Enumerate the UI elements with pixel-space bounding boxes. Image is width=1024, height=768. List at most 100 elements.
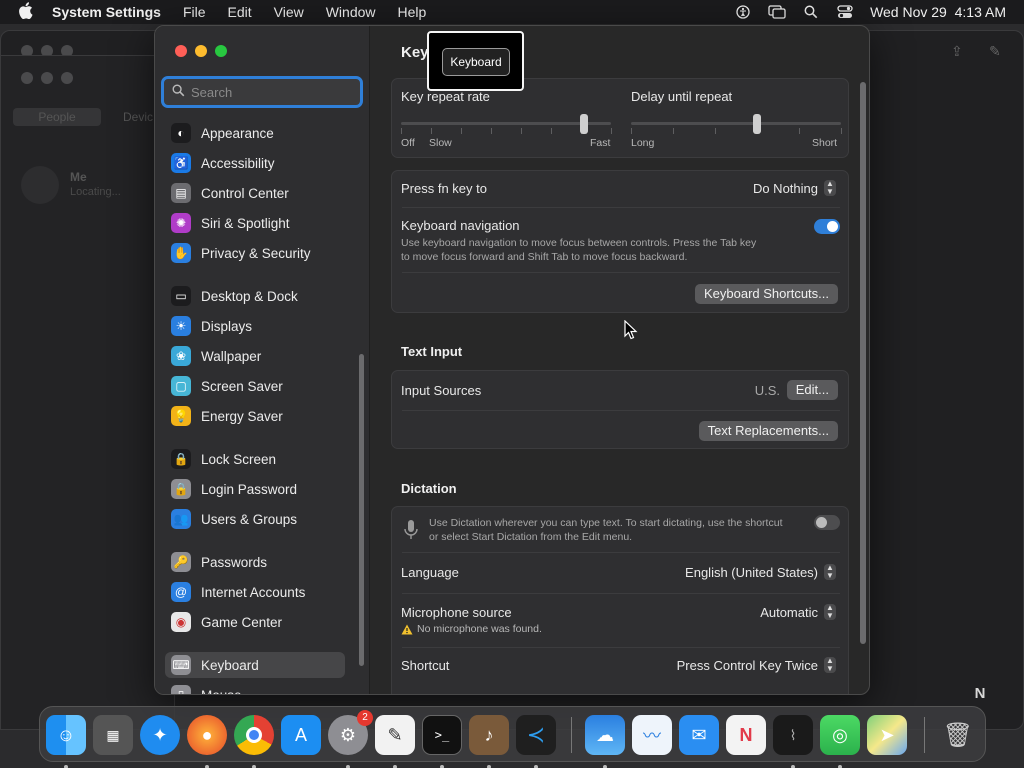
sidebar-item-accessibility[interactable]: ♿ Accessibility (165, 150, 345, 176)
system-settings-icon[interactable]: ⚙ 2 (328, 710, 373, 755)
menu-help[interactable]: Help (398, 4, 427, 20)
hand-icon: ✋ (171, 243, 191, 263)
appearance-icon: ◐ (171, 123, 191, 143)
accessibility-status-icon[interactable] (734, 5, 752, 19)
sidebar-item-displays[interactable]: ☀ Displays (165, 313, 345, 339)
spotlight-search-icon[interactable] (802, 5, 820, 19)
screen-saver-icon: ▢ (171, 376, 191, 396)
sidebar-item-label: Displays (201, 318, 253, 334)
sidebar-item-label: Users & Groups (201, 511, 298, 527)
apple-menu-icon[interactable] (18, 2, 38, 22)
sidebar-item-users-groups[interactable]: 👥 Users & Groups (165, 506, 345, 532)
sidebar-item-game-center[interactable]: ◉ Game Center (165, 609, 345, 635)
sidebar-item-control-center[interactable]: ▤ Control Center (165, 180, 345, 206)
fn-key-popup[interactable]: Do Nothing ▲ ▼ (753, 180, 836, 196)
safari-icon[interactable]: ✦ (140, 715, 180, 755)
sidebar-item-wallpaper[interactable]: ❀ Wallpaper (165, 343, 345, 369)
sidebar-item-privacy-security[interactable]: ✋ Privacy & Security (165, 240, 345, 266)
chrome-icon[interactable] (234, 715, 274, 755)
menu-view[interactable]: View (274, 4, 304, 20)
sidebar-item-siri-spotlight[interactable]: ✺ Siri & Spotlight (165, 210, 345, 236)
tab-devices[interactable]: Devic (123, 108, 153, 126)
key-repeat-slider[interactable] (401, 113, 612, 137)
minimize-button[interactable] (195, 45, 207, 57)
sidebar-item-login-password[interactable]: 🔒 Login Password (165, 476, 345, 502)
menu-file[interactable]: File (183, 4, 206, 20)
search-icon (172, 84, 185, 100)
find-my-icon[interactable]: ◎ (820, 715, 860, 755)
keyboard-shortcuts-button[interactable]: Keyboard Shortcuts... (694, 284, 838, 304)
stocks-icon[interactable]: ⌇ (773, 715, 813, 755)
firefox-icon[interactable]: ● (187, 715, 227, 755)
keyboard-icon: ⌨ (171, 655, 191, 675)
sidebar-item-appearance[interactable]: ◐ Appearance (165, 120, 345, 146)
key-repeat-knob[interactable] (579, 114, 588, 134)
close-button[interactable] (175, 45, 187, 57)
delay-repeat-knob[interactable] (753, 114, 761, 134)
sidebar-item-internet-accounts[interactable]: @ Internet Accounts (165, 579, 345, 605)
slider-min-long: Long (631, 137, 655, 149)
sidebar-item-passwords[interactable]: 🔑 Passwords (165, 549, 345, 575)
menu-app-name[interactable]: System Settings (52, 4, 161, 20)
trash-icon[interactable]: 🗑 (938, 715, 978, 755)
fn-key-value: Do Nothing (752, 180, 818, 196)
delay-repeat-slider[interactable] (631, 113, 842, 137)
language-label: Language (401, 565, 459, 580)
mouse-icon: ▯ (171, 685, 191, 694)
sidebar-item-energy-saver[interactable]: 💡 Energy Saver (165, 403, 345, 429)
text-replacements-button[interactable]: Text Replacements... (698, 421, 838, 441)
compass-widget[interactable]: N (960, 680, 1000, 706)
terminal-icon[interactable]: >_ (422, 715, 462, 755)
sidebar-item-lock-screen[interactable]: 🔒 Lock Screen (165, 446, 345, 472)
news-icon[interactable]: N (726, 715, 766, 755)
dictation-toggle[interactable] (814, 515, 840, 530)
search-field[interactable] (161, 76, 363, 108)
sidebar-item-label: Wallpaper (201, 348, 262, 364)
menu-clock[interactable]: Wed Nov 29 4:13 AM (870, 4, 1006, 20)
menu-edit[interactable]: Edit (228, 4, 252, 20)
shortcut-popup[interactable]: Press Control Key Twice ▲ ▼ (677, 657, 836, 673)
textedit-icon[interactable]: ✎ (375, 715, 415, 755)
zoom-button[interactable] (215, 45, 227, 57)
tab-people[interactable]: People (13, 108, 101, 126)
menu-window[interactable]: Window (326, 4, 376, 20)
search-input[interactable] (191, 84, 361, 100)
up-down-chevron-icon: ▲ ▼ (824, 180, 836, 196)
mic-source-value: Automatic (760, 604, 818, 620)
maps-icon[interactable]: ➤ (867, 715, 907, 755)
sidebar-item-desktop-dock[interactable]: ▭ Desktop & Dock (165, 283, 345, 309)
keyboard-options-group: Press fn key to Do Nothing ▲ ▼ Keyboard n… (391, 170, 849, 313)
fn-key-label: Press fn key to (401, 181, 487, 196)
input-sources-edit-button[interactable]: Edit... (786, 380, 838, 400)
language-popup[interactable]: English (United States) ▲ ▼ (685, 564, 836, 580)
input-sources-value: U.S. (754, 383, 780, 398)
key-repeat-label: Key repeat rate (401, 89, 490, 104)
sidebar-item-mouse[interactable]: ▯ Mouse (165, 682, 345, 694)
garageband-icon[interactable]: ♪ (469, 715, 509, 755)
dock: ☺ ▦ ✦ ● A ⚙ 2 ✎ >_ ♪ ≺ ☁ 〰 ✉ N ⌇ ◎ ➤ 🗑 (39, 706, 986, 768)
freeform-icon[interactable]: 〰 (632, 715, 672, 755)
sidebar-scrollbar[interactable] (359, 354, 364, 666)
settings-badge: 2 (357, 710, 373, 726)
vscode-icon[interactable]: ≺ (516, 715, 556, 755)
control-center-icon: ▤ (171, 183, 191, 203)
mic-source-popup[interactable]: Automatic ▲ ▼ (760, 604, 836, 620)
sidebar-item-screen-saver[interactable]: ▢ Screen Saver (165, 373, 345, 399)
menu-bar: System Settings File Edit View Window He… (0, 0, 1024, 24)
dictation-desc-1: Use Dictation wherever you can type text… (429, 517, 783, 529)
launchpad-icon[interactable]: ▦ (93, 715, 133, 755)
sidebar-item-keyboard[interactable]: ⌨ Keyboard (165, 652, 345, 678)
me-avatar (21, 166, 59, 204)
language-value: English (United States) (685, 564, 818, 580)
app-store-icon[interactable]: A (281, 715, 321, 755)
finder-icon[interactable]: ☺ (46, 715, 86, 755)
mail-icon[interactable]: ✉ (679, 715, 719, 755)
keyboard-nav-toggle[interactable] (814, 219, 840, 234)
lock-icon: 🔒 (171, 449, 191, 469)
sidebar-item-label: Lock Screen (201, 451, 277, 467)
content-scrollbar[interactable] (860, 82, 866, 644)
screen-mirroring-icon[interactable] (768, 5, 786, 19)
weather-icon[interactable]: ☁ (585, 715, 625, 755)
siri-icon: ✺ (171, 213, 191, 233)
control-center-menu-icon[interactable] (836, 5, 854, 19)
